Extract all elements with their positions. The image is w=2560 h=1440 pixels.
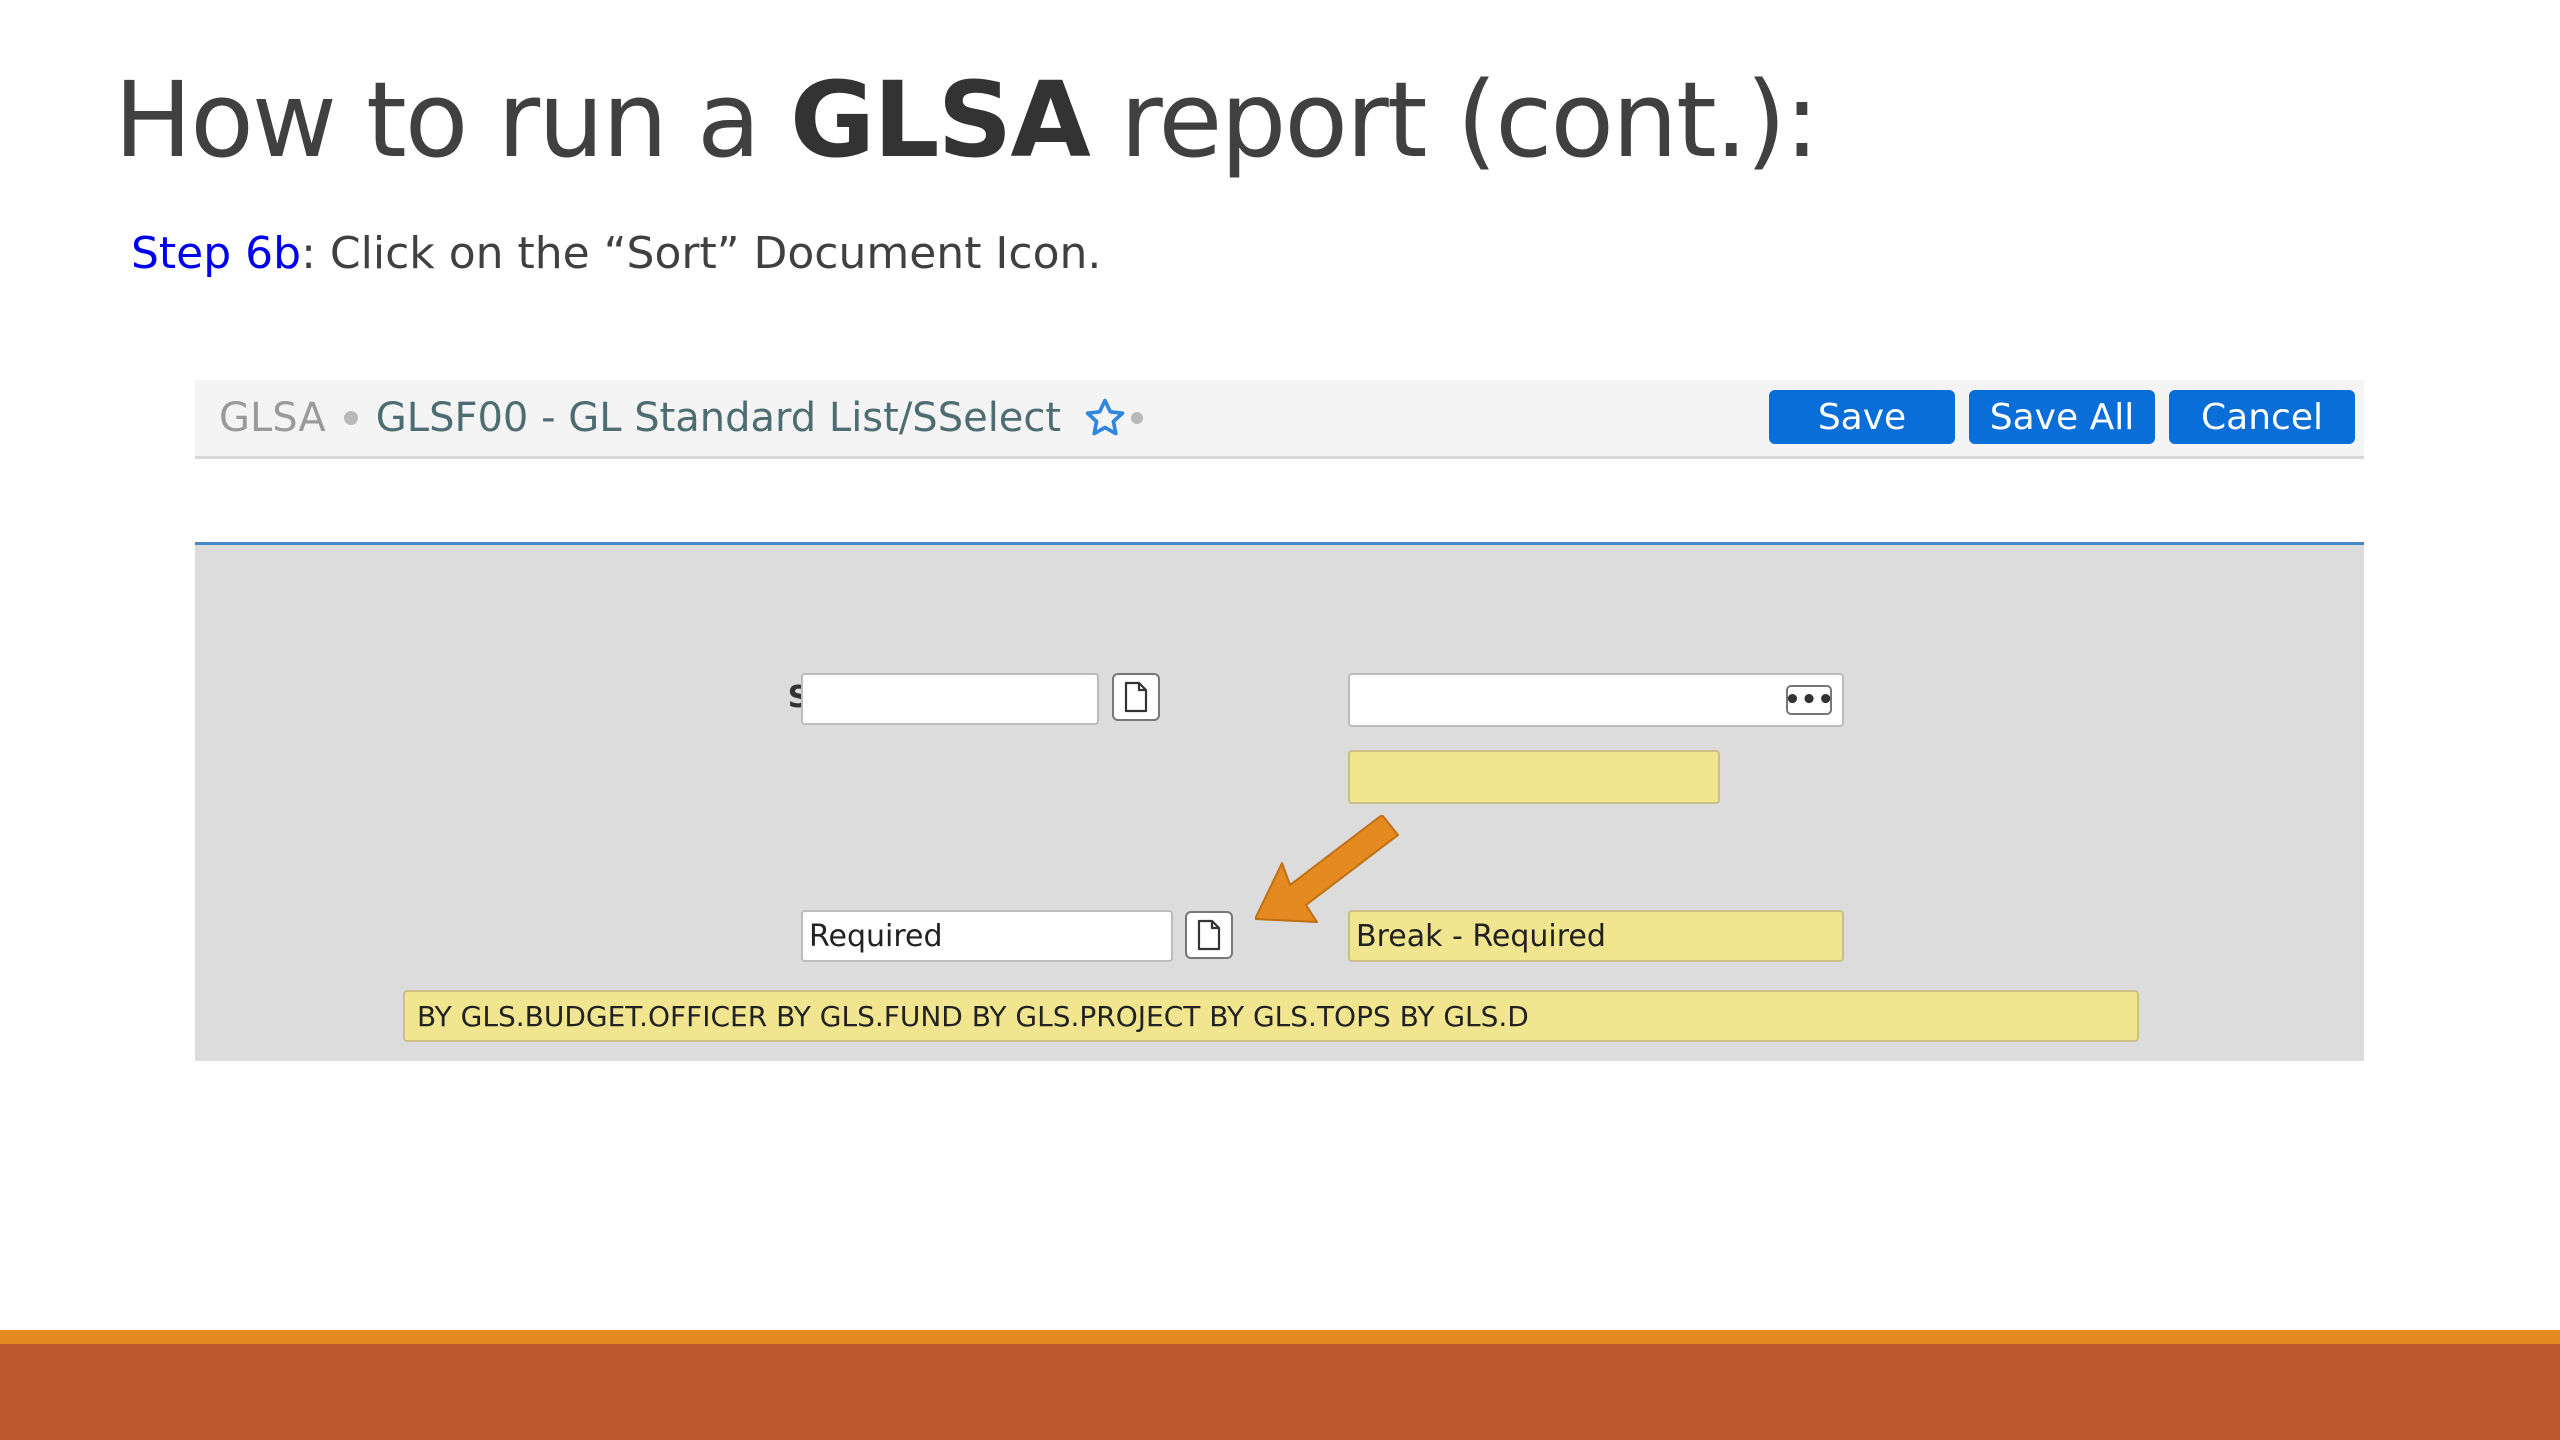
- sort-break-field[interactable]: Break - Required: [1348, 910, 1844, 962]
- select-list-lookup-input[interactable]: •••: [1348, 673, 1844, 727]
- slide-title: How to run a GLSA report (cont.):: [114, 58, 1819, 183]
- sort-input[interactable]: Required: [801, 910, 1173, 962]
- cancel-button[interactable]: Cancel: [2169, 390, 2355, 444]
- step-instruction: Step 6b: Click on the “Sort” Document Ic…: [131, 228, 1101, 279]
- footer-band: [0, 1344, 2560, 1440]
- form-panel: Select/List ••• Sort Required Break - Re…: [195, 542, 2364, 1061]
- select-list-input[interactable]: [801, 673, 1099, 725]
- sort-statement-field[interactable]: BY GLS.BUDGET.OFFICER BY GLS.FUND BY GLS…: [403, 990, 2139, 1042]
- step-text: : Click on the “Sort” Document Icon.: [301, 228, 1102, 279]
- star-icon[interactable]: [1083, 396, 1127, 440]
- title-post: report (cont.):: [1088, 59, 1819, 181]
- save-button[interactable]: Save: [1769, 390, 1955, 444]
- breadcrumb-page: GLSF00 - GL Standard List/SSelect: [375, 395, 1062, 441]
- ellipsis-icon[interactable]: •••: [1784, 685, 1834, 715]
- select-list-description: [1348, 750, 1720, 804]
- title-bold: GLSA: [789, 59, 1091, 181]
- save-all-button[interactable]: Save All: [1969, 390, 2155, 444]
- app-header-bar: GLSA GLSF00 - GL Standard List/SSelect S…: [195, 380, 2364, 459]
- breadcrumb-root[interactable]: GLSA: [219, 395, 326, 441]
- sort-document-icon[interactable]: [1185, 911, 1233, 959]
- title-pre: How to run a: [114, 59, 790, 181]
- status-dot: [1131, 412, 1144, 424]
- footer-accent-stripe: [0, 1330, 2560, 1344]
- step-label: Step 6b: [131, 228, 302, 279]
- breadcrumb: GLSA GLSF00 - GL Standard List/SSelect: [219, 380, 1144, 456]
- breadcrumb-separator: [343, 411, 358, 425]
- arrow-icon: [1255, 815, 1399, 923]
- select-list-document-icon[interactable]: [1112, 673, 1160, 721]
